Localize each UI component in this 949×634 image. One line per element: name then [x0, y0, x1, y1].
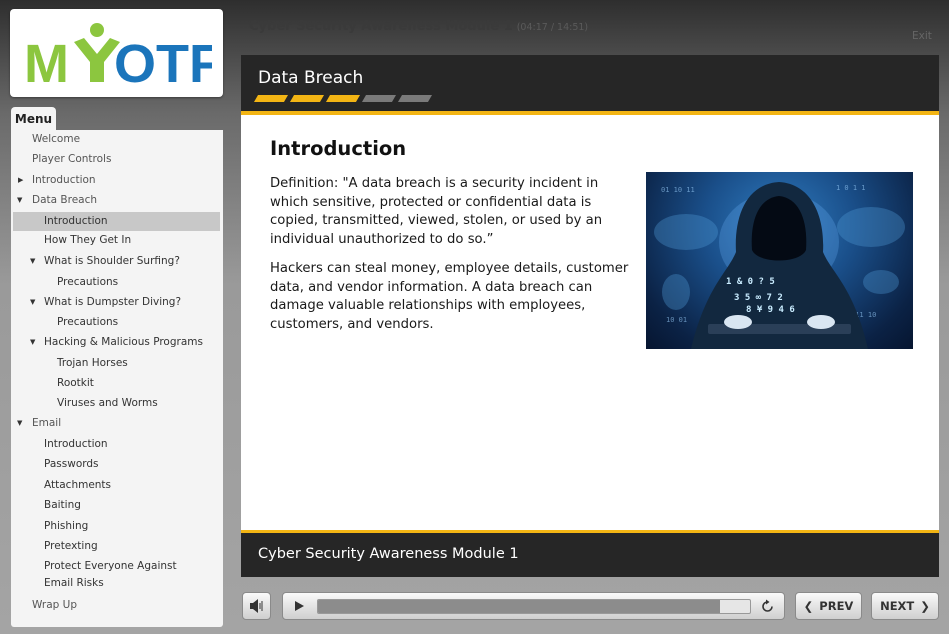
- hooded-hacker-image: 01 10 11 1 0 1 1 10 01 011 10 3 5 ∞ 7 2 8 …: [646, 172, 913, 349]
- chevron-right-icon: ❯: [920, 599, 930, 613]
- menu-item-dumpster-diving[interactable]: ▼ What is Dumpster Diving?: [13, 293, 220, 312]
- collapsed-arrow-icon[interactable]: ▶: [18, 171, 23, 190]
- description-paragraph: Hackers can steal money, employee detail…: [270, 261, 629, 332]
- menu-item-label: Introduction: [44, 438, 108, 450]
- next-label: NEXT: [880, 599, 915, 613]
- progress-segment: [253, 95, 289, 102]
- svg-text:1 & 0 ? 5: 1 & 0 ? 5: [726, 277, 775, 287]
- svg-text:8 ¥ 9 4 6: 8 ¥ 9 4 6: [746, 305, 795, 315]
- seek-bar-progress: [318, 600, 720, 613]
- menu-item-protect-email-risks[interactable]: Protect Everyone Against Email Risks: [13, 557, 193, 593]
- menu-item-how-they-get-in[interactable]: How They Get In: [13, 231, 220, 250]
- seek-bar[interactable]: [317, 599, 751, 614]
- menu-item-label: Email: [32, 417, 62, 429]
- svg-text:OTF: OTF: [114, 34, 212, 88]
- replay-icon[interactable]: [759, 598, 776, 615]
- speaker-icon: [250, 599, 263, 613]
- footer-course-title: Cyber Security Awareness Module 1: [258, 546, 519, 562]
- progress-segment: [397, 95, 433, 102]
- course-title-text: Cyber Security Awareness Module 1: [249, 19, 513, 34]
- expanded-arrow-icon[interactable]: ▼: [30, 293, 35, 312]
- course-title: Cyber Security Awareness Module 1 (04:17 …: [249, 19, 588, 34]
- section-title: Data Breach: [258, 68, 364, 88]
- menu-item-label: Trojan Horses: [57, 357, 128, 369]
- svg-text:M: M: [24, 34, 69, 88]
- menu-item-data-breach-introduction[interactable]: Introduction: [13, 212, 220, 231]
- menu-item-label: Protect Everyone Against Email Risks: [44, 560, 177, 589]
- menu-item-player-controls[interactable]: Player Controls: [13, 150, 220, 169]
- prev-button[interactable]: ❮ PREV: [795, 592, 862, 620]
- menu-item-pretexting[interactable]: Pretexting: [13, 537, 220, 556]
- menu-item-hacking-malicious[interactable]: ▼ Hacking & Malicious Programs: [13, 333, 220, 352]
- svg-text:10 01: 10 01: [666, 316, 687, 324]
- menu-item-wrap-up[interactable]: Wrap Up: [13, 596, 220, 615]
- menu-item-label: Phishing: [44, 520, 89, 532]
- menu-item-label: Precautions: [57, 316, 119, 328]
- slide-header: Data Breach: [241, 55, 939, 115]
- expanded-arrow-icon[interactable]: ▼: [17, 414, 22, 433]
- hacker-illustration: 01 10 11 1 0 1 1 10 01011 10 3 5 ∞ 7 2 8 …: [654, 182, 905, 349]
- next-button[interactable]: NEXT ❯: [871, 592, 939, 620]
- svg-text:1 0 1 1: 1 0 1 1: [836, 184, 866, 192]
- menu-item-label: Viruses and Worms: [57, 397, 158, 409]
- myotf-logo: M OTF: [24, 23, 212, 88]
- progress-segment: [325, 95, 361, 102]
- menu-item-label: What is Shoulder Surfing?: [44, 255, 180, 267]
- menu-item-precautions-2[interactable]: Precautions: [13, 313, 220, 332]
- menu-item-label: Introduction: [32, 174, 96, 186]
- menu-item-label: What is Dumpster Diving?: [44, 296, 182, 308]
- menu-item-passwords[interactable]: Passwords: [13, 455, 220, 474]
- menu-item-label: Wrap Up: [32, 599, 78, 611]
- menu-item-rootkit[interactable]: Rootkit: [13, 374, 220, 393]
- menu-item-label: Pretexting: [44, 540, 98, 552]
- play-icon[interactable]: [292, 599, 306, 613]
- logo: M OTF: [10, 9, 223, 97]
- menu-item-label: Precautions: [57, 276, 119, 288]
- progress-segment: [361, 95, 397, 102]
- definition-paragraph: Definition: "A data breach is a security…: [270, 176, 603, 247]
- expanded-arrow-icon[interactable]: ▼: [30, 252, 35, 271]
- menu-item-baiting[interactable]: Baiting: [13, 496, 220, 515]
- menu-item-trojan-horses[interactable]: Trojan Horses: [13, 354, 220, 373]
- slide-content: Introduction Definition: "A data breach …: [241, 115, 939, 530]
- slide-heading: Introduction: [270, 137, 407, 160]
- menu-item-label: Rootkit: [57, 377, 94, 389]
- svg-text:3 5 ∞ 7 2: 3 5 ∞ 7 2: [734, 293, 783, 303]
- volume-button[interactable]: [242, 592, 271, 620]
- menu-item-label: Player Controls: [32, 153, 112, 165]
- svg-text:01 10 11: 01 10 11: [661, 186, 695, 194]
- slide-text: Definition: "A data breach is a security…: [270, 175, 638, 345]
- menu-item-attachments[interactable]: Attachments: [13, 476, 220, 495]
- menu-item-email-introduction[interactable]: Introduction: [13, 435, 220, 454]
- menu-item-shoulder-surfing[interactable]: ▼ What is Shoulder Surfing?: [13, 252, 220, 271]
- menu-item-precautions-1[interactable]: Precautions: [13, 273, 220, 292]
- menu-item-email[interactable]: ▼ Email: [13, 414, 220, 433]
- menu-item-label: Passwords: [44, 458, 99, 470]
- menu-item-phishing[interactable]: Phishing: [13, 517, 220, 536]
- menu-item-label: Introduction: [44, 215, 108, 227]
- progress-segment: [289, 95, 325, 102]
- menu-item-label: Data Breach: [32, 194, 98, 206]
- slide-footer: Cyber Security Awareness Module 1: [241, 530, 939, 577]
- menu-tab[interactable]: Menu: [11, 107, 56, 131]
- menu-item-data-breach[interactable]: ▼ Data Breach: [13, 191, 220, 210]
- elapsed-time: (04:17 / 14:51): [516, 22, 589, 33]
- menu-item-label: Baiting: [44, 499, 81, 511]
- section-progress: [253, 95, 436, 102]
- menu-item-label: Hacking & Malicious Programs: [44, 336, 203, 348]
- menu-item-viruses-worms[interactable]: Viruses and Worms: [13, 394, 220, 413]
- playback-bar: [282, 592, 785, 620]
- exit-link[interactable]: Exit: [912, 30, 932, 42]
- menu-panel: Welcome Player Controls ▶ Introduction ▼ D…: [11, 130, 223, 627]
- expanded-arrow-icon[interactable]: ▼: [17, 191, 22, 210]
- prev-label: PREV: [819, 599, 854, 613]
- menu-item-introduction[interactable]: ▶ Introduction: [13, 171, 220, 190]
- menu-item-label: Attachments: [44, 479, 112, 491]
- expanded-arrow-icon[interactable]: ▼: [30, 333, 35, 352]
- menu-item-welcome[interactable]: Welcome: [13, 130, 220, 149]
- menu-item-label: How They Get In: [44, 234, 132, 246]
- chevron-left-icon: ❮: [803, 599, 814, 613]
- menu-item-label: Welcome: [32, 133, 81, 145]
